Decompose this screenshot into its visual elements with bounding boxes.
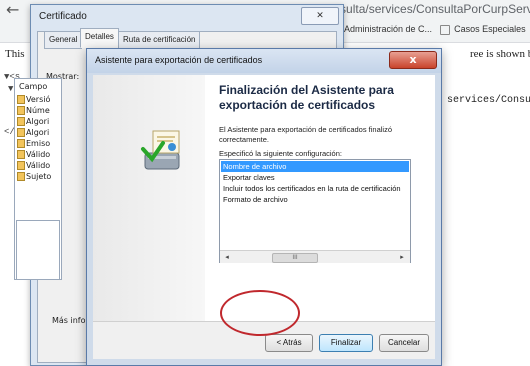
- wizard-description: El Asistente para exportación de certifi…: [219, 125, 393, 144]
- wizard-heading: Finalización del Asistente para exportac…: [219, 83, 394, 112]
- list-item[interactable]: Válido: [17, 161, 59, 170]
- wizard-side-panel: [93, 75, 205, 321]
- page-url-text: services/Consulta: [447, 95, 530, 106]
- certificate-field-icon: [17, 128, 25, 137]
- list-item[interactable]: Incluir todos los certificados en la rut…: [221, 183, 409, 194]
- address-bar-text[interactable]: Consulta/services/ConsultaPorCurpServici…: [318, 2, 530, 16]
- bookmarks-bar: Administración de C... Casos Especiales: [330, 24, 530, 35]
- certificate-field-icon: [17, 117, 25, 126]
- horizontal-scrollbar[interactable]: ◂ III ▸: [220, 250, 410, 263]
- certificate-field-icon: [17, 161, 25, 170]
- list-item[interactable]: Exportar claves: [221, 172, 409, 183]
- certificate-field-icon: [17, 139, 25, 148]
- scroll-right-icon[interactable]: ▸: [397, 252, 407, 262]
- list-item[interactable]: Núme: [17, 106, 59, 115]
- certificate-export-icon: [141, 130, 180, 170]
- wizard-title-bar[interactable]: Asistente para exportación de certificad…: [87, 49, 441, 73]
- tab-general[interactable]: General: [44, 31, 83, 49]
- wizard-close-button[interactable]: x: [389, 51, 437, 69]
- list-item[interactable]: Formato de archivo: [221, 194, 409, 205]
- list-item[interactable]: Válido: [17, 150, 59, 159]
- finish-button[interactable]: Finalizar: [319, 334, 373, 352]
- bookmark-icon: [439, 24, 450, 35]
- list-item[interactable]: Algori: [17, 117, 59, 126]
- certificate-field-icon: [17, 95, 25, 104]
- certificate-field-icon: [17, 150, 25, 159]
- wizard-title: Asistente para exportación de certificad…: [95, 55, 263, 65]
- certificate-dialog-title: Certificado: [39, 11, 87, 22]
- cancel-button[interactable]: Cancelar: [379, 334, 429, 352]
- back-arrow-icon[interactable]: ←: [6, 0, 19, 19]
- bookmark-casos[interactable]: Casos Especiales: [454, 24, 526, 34]
- tab-ruta-certificacion[interactable]: Ruta de certificación: [118, 31, 201, 49]
- page-text-left: This: [5, 48, 25, 60]
- config-list[interactable]: Nombre de archivo Exportar claves Inclui…: [219, 159, 411, 263]
- list-item[interactable]: Versió: [17, 95, 59, 104]
- scroll-left-icon[interactable]: ◂: [222, 252, 232, 262]
- certificate-field-icon: [17, 172, 25, 181]
- list-item[interactable]: Emiso: [17, 139, 59, 148]
- list-item[interactable]: Sujeto: [17, 172, 59, 181]
- bookmark-admin[interactable]: Administración de C...: [344, 24, 432, 34]
- back-button[interactable]: < Atrás: [265, 334, 313, 352]
- config-label: Especificó la siguiente configuración:: [219, 149, 342, 158]
- tab-detalles[interactable]: Detalles: [80, 28, 119, 48]
- scrollbar-thumb[interactable]: III: [272, 253, 318, 263]
- field-column-header[interactable]: Campo: [19, 82, 47, 91]
- list-item[interactable]: Nombre de archivo: [221, 161, 409, 172]
- list-item[interactable]: Algori: [17, 128, 59, 137]
- highlight-annotation: [220, 290, 300, 336]
- xml-fragment: ▼: [8, 84, 14, 94]
- page-text-right: ree is shown below: [470, 48, 530, 60]
- certificate-close-button[interactable]: ✕: [301, 7, 339, 25]
- field-value-box[interactable]: [16, 220, 60, 280]
- certificate-field-icon: [17, 106, 25, 115]
